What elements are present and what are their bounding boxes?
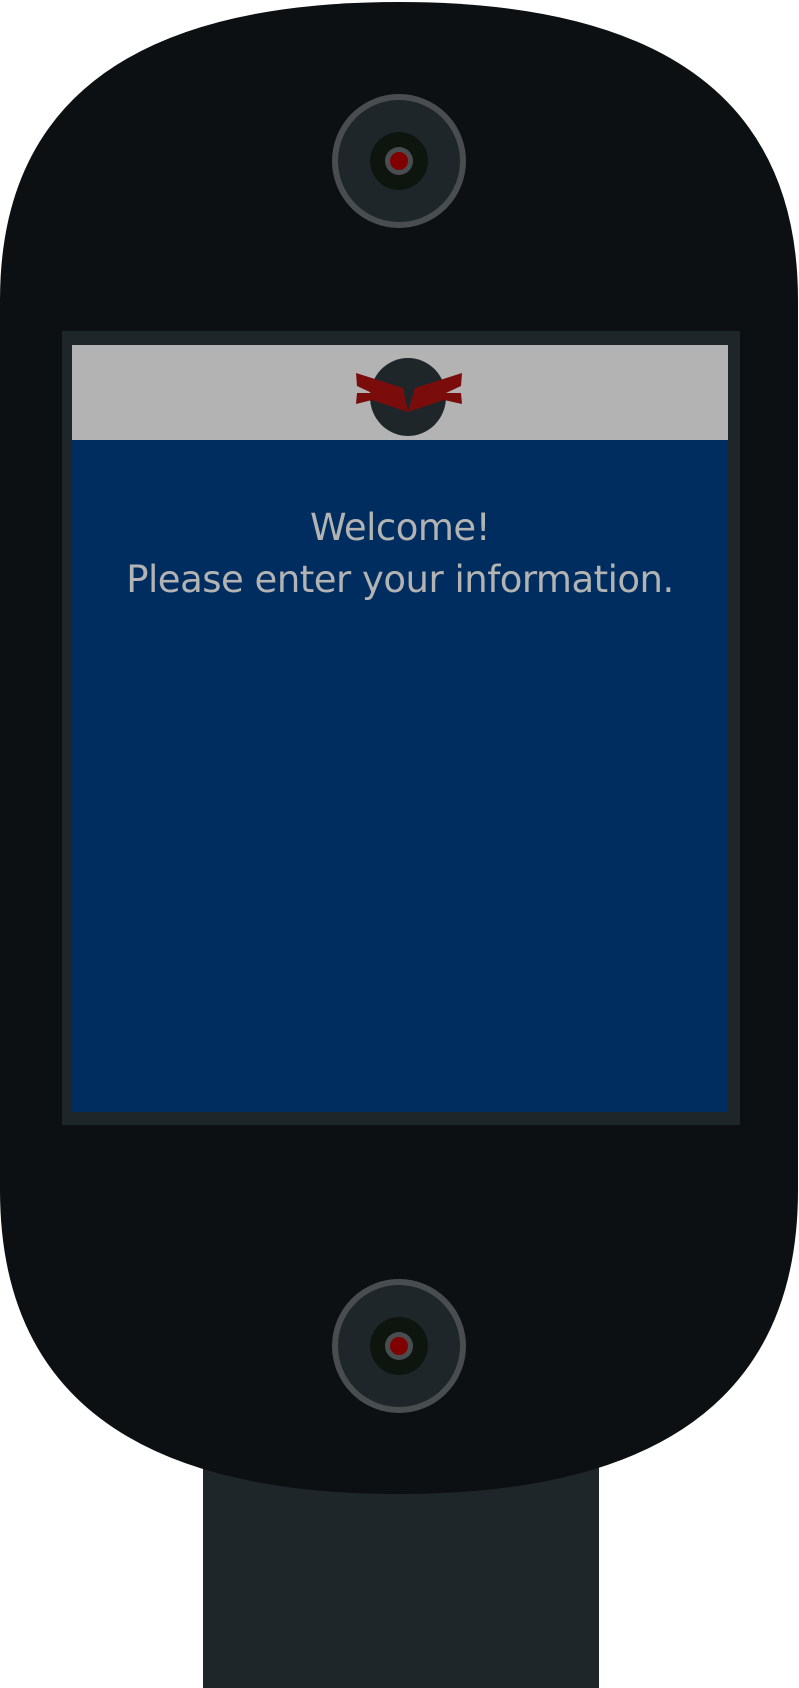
top-camera-icon <box>332 94 466 228</box>
top-camera-indicator <box>390 152 408 170</box>
welcome-title: Welcome! <box>309 506 491 549</box>
screen-area <box>72 345 728 1112</box>
bottom-camera-icon <box>332 1279 466 1413</box>
welcome-message: Please enter your information. <box>126 558 674 601</box>
bottom-camera-indicator <box>390 1337 408 1355</box>
kiosk-illustration <box>0 2 798 1688</box>
